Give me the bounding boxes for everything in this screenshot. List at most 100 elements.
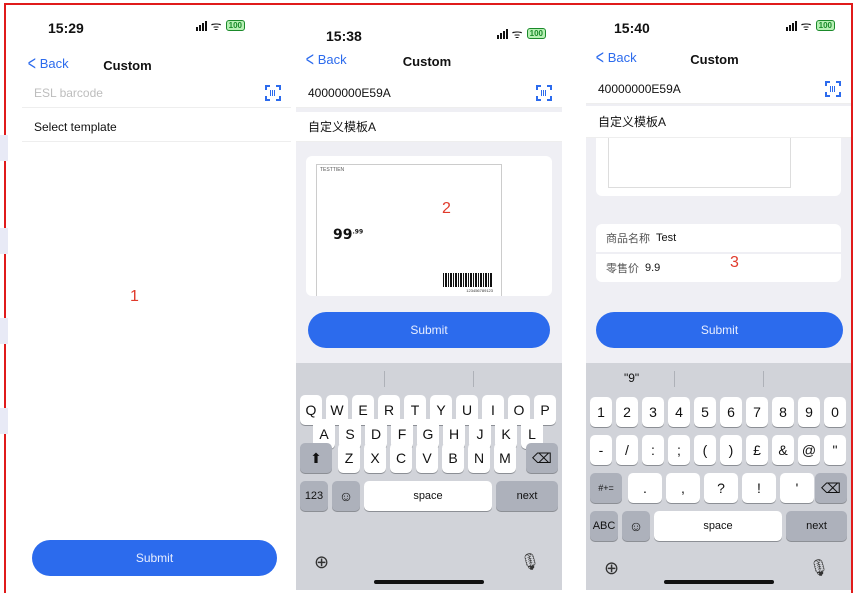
globe-icon[interactable]: ⊕ xyxy=(314,552,329,573)
step-marker: 1 xyxy=(130,288,139,305)
tag-barcode xyxy=(443,273,493,287)
status-bar: 15:29 ᯤ 100 xyxy=(14,8,291,48)
key[interactable]: 0 xyxy=(824,397,846,427)
key[interactable]: 7 xyxy=(746,397,768,427)
key[interactable]: 1 xyxy=(590,397,612,427)
next-key[interactable]: next xyxy=(786,511,847,541)
tag-price: 99.99 xyxy=(333,227,363,243)
submit-button[interactable]: Submit xyxy=(308,312,550,348)
esl-barcode-input[interactable]: 40000000E59A xyxy=(586,74,851,104)
key[interactable]: N xyxy=(468,443,490,473)
side-strip xyxy=(0,228,8,254)
signal-icon xyxy=(785,20,797,31)
esl-barcode-input[interactable]: ESL barcode xyxy=(22,78,291,108)
key[interactable]: Z xyxy=(338,443,360,473)
tag-price-main: 99 xyxy=(333,227,353,243)
esl-tag-preview: TESTTIEN 99.99 123456789123 xyxy=(316,164,502,296)
esl-barcode-input[interactable]: 40000000E59A xyxy=(296,78,562,108)
key[interactable]: ) xyxy=(720,435,742,465)
symbols-key[interactable]: #+= xyxy=(590,473,622,503)
step-marker: 3 xyxy=(730,254,739,271)
numbers-key[interactable]: 123 xyxy=(300,481,328,511)
esl-tag-preview xyxy=(608,138,791,188)
emoji-key[interactable]: ☺ xyxy=(622,511,650,541)
nav-bar: < Back Custom xyxy=(296,48,562,78)
signal-icon xyxy=(195,20,207,31)
suggestion-bar xyxy=(296,363,562,393)
shift-key[interactable]: ⬆ xyxy=(300,443,332,473)
emoji-key[interactable]: ☺ xyxy=(332,481,360,511)
key[interactable]: - xyxy=(590,435,612,465)
wifi-icon: ᯤ xyxy=(800,18,812,33)
key[interactable]: B xyxy=(442,443,464,473)
key[interactable]: : xyxy=(642,435,664,465)
template-select[interactable]: Select template xyxy=(22,112,291,142)
scan-icon[interactable] xyxy=(825,81,841,97)
globe-icon[interactable]: ⊕ xyxy=(604,558,619,579)
key[interactable]: / xyxy=(616,435,638,465)
page-title: Custom xyxy=(103,58,152,73)
key[interactable]: 9 xyxy=(798,397,820,427)
template-select[interactable]: 自定义模板A xyxy=(296,112,562,142)
delete-key[interactable]: ⌫ xyxy=(815,473,847,503)
status-bar: 15:40 ᯤ 100 xyxy=(586,8,851,48)
key[interactable]: 6 xyxy=(720,397,742,427)
submit-button[interactable]: Submit xyxy=(596,312,843,348)
key[interactable]: ( xyxy=(694,435,716,465)
scan-icon[interactable] xyxy=(536,85,552,101)
suggestion[interactable]: "9" xyxy=(624,371,639,385)
status-bar: 15:38 ᯤ 100 xyxy=(296,8,562,48)
status-time: 15:40 xyxy=(614,20,650,36)
step-marker: 2 xyxy=(442,200,451,217)
key[interactable]: ! xyxy=(742,473,776,503)
esl-barcode-placeholder: ESL barcode xyxy=(34,85,103,100)
battery-icon: 100 xyxy=(526,28,546,39)
key[interactable]: 2 xyxy=(616,397,638,427)
key[interactable]: ' xyxy=(780,473,814,503)
space-key[interactable]: space xyxy=(364,481,492,511)
space-key[interactable]: space xyxy=(654,511,782,541)
template-preview-card: TESTTIEN 99.99 123456789123 xyxy=(306,156,552,296)
microphone-icon[interactable]: 🎙 xyxy=(520,552,540,572)
home-indicator xyxy=(663,580,774,584)
key[interactable]: & xyxy=(772,435,794,465)
page-title: Custom xyxy=(690,52,739,67)
tag-barcode-number: 123456789123 xyxy=(466,288,493,293)
submit-button[interactable]: Submit xyxy=(32,540,277,576)
delete-key[interactable]: ⌫ xyxy=(526,443,558,473)
abc-key[interactable]: ABC xyxy=(590,511,618,541)
battery-icon: 100 xyxy=(815,20,835,31)
template-preview-card xyxy=(596,138,841,196)
field-product-name[interactable]: 商品名称 Test xyxy=(596,224,841,252)
page-title: Custom xyxy=(402,54,452,69)
key[interactable]: C xyxy=(390,443,412,473)
key[interactable]: M xyxy=(494,443,516,473)
microphone-icon[interactable]: 🎙 xyxy=(809,558,829,578)
key[interactable]: " xyxy=(824,435,846,465)
template-value: 自定义模板A xyxy=(308,120,377,134)
key[interactable]: , xyxy=(666,473,700,503)
key[interactable]: ; xyxy=(668,435,690,465)
esl-barcode-value: 40000000E59A xyxy=(598,81,681,96)
next-key[interactable]: next xyxy=(496,481,558,511)
template-select[interactable]: 自定义模板A xyxy=(586,106,851,138)
key[interactable]: 8 xyxy=(772,397,794,427)
phone-screen-2: 15:38 ᯤ 100 < Back Custom 40000000E59A 自定… xyxy=(296,8,562,590)
key[interactable]: @ xyxy=(798,435,820,465)
key[interactable]: ? xyxy=(704,473,738,503)
field-label: 商品名称 xyxy=(606,233,650,245)
scan-icon[interactable] xyxy=(265,85,281,101)
key[interactable]: 3 xyxy=(642,397,664,427)
key[interactable]: 4 xyxy=(668,397,690,427)
key[interactable]: £ xyxy=(746,435,768,465)
esl-barcode-value: 40000000E59A xyxy=(308,85,391,100)
field-retail-price[interactable]: 零售价 9.9 xyxy=(596,254,841,282)
key[interactable]: 5 xyxy=(694,397,716,427)
key[interactable]: V xyxy=(416,443,438,473)
key[interactable]: . xyxy=(628,473,662,503)
key[interactable]: X xyxy=(364,443,386,473)
keyboard-bottom: ⊕ 🎙 xyxy=(296,550,562,590)
side-strip xyxy=(0,408,8,434)
status-time: 15:38 xyxy=(326,28,362,44)
phone-screen-1: 15:29 ᯤ 100 < Back Custom ESL barcode Sel… xyxy=(14,8,291,590)
